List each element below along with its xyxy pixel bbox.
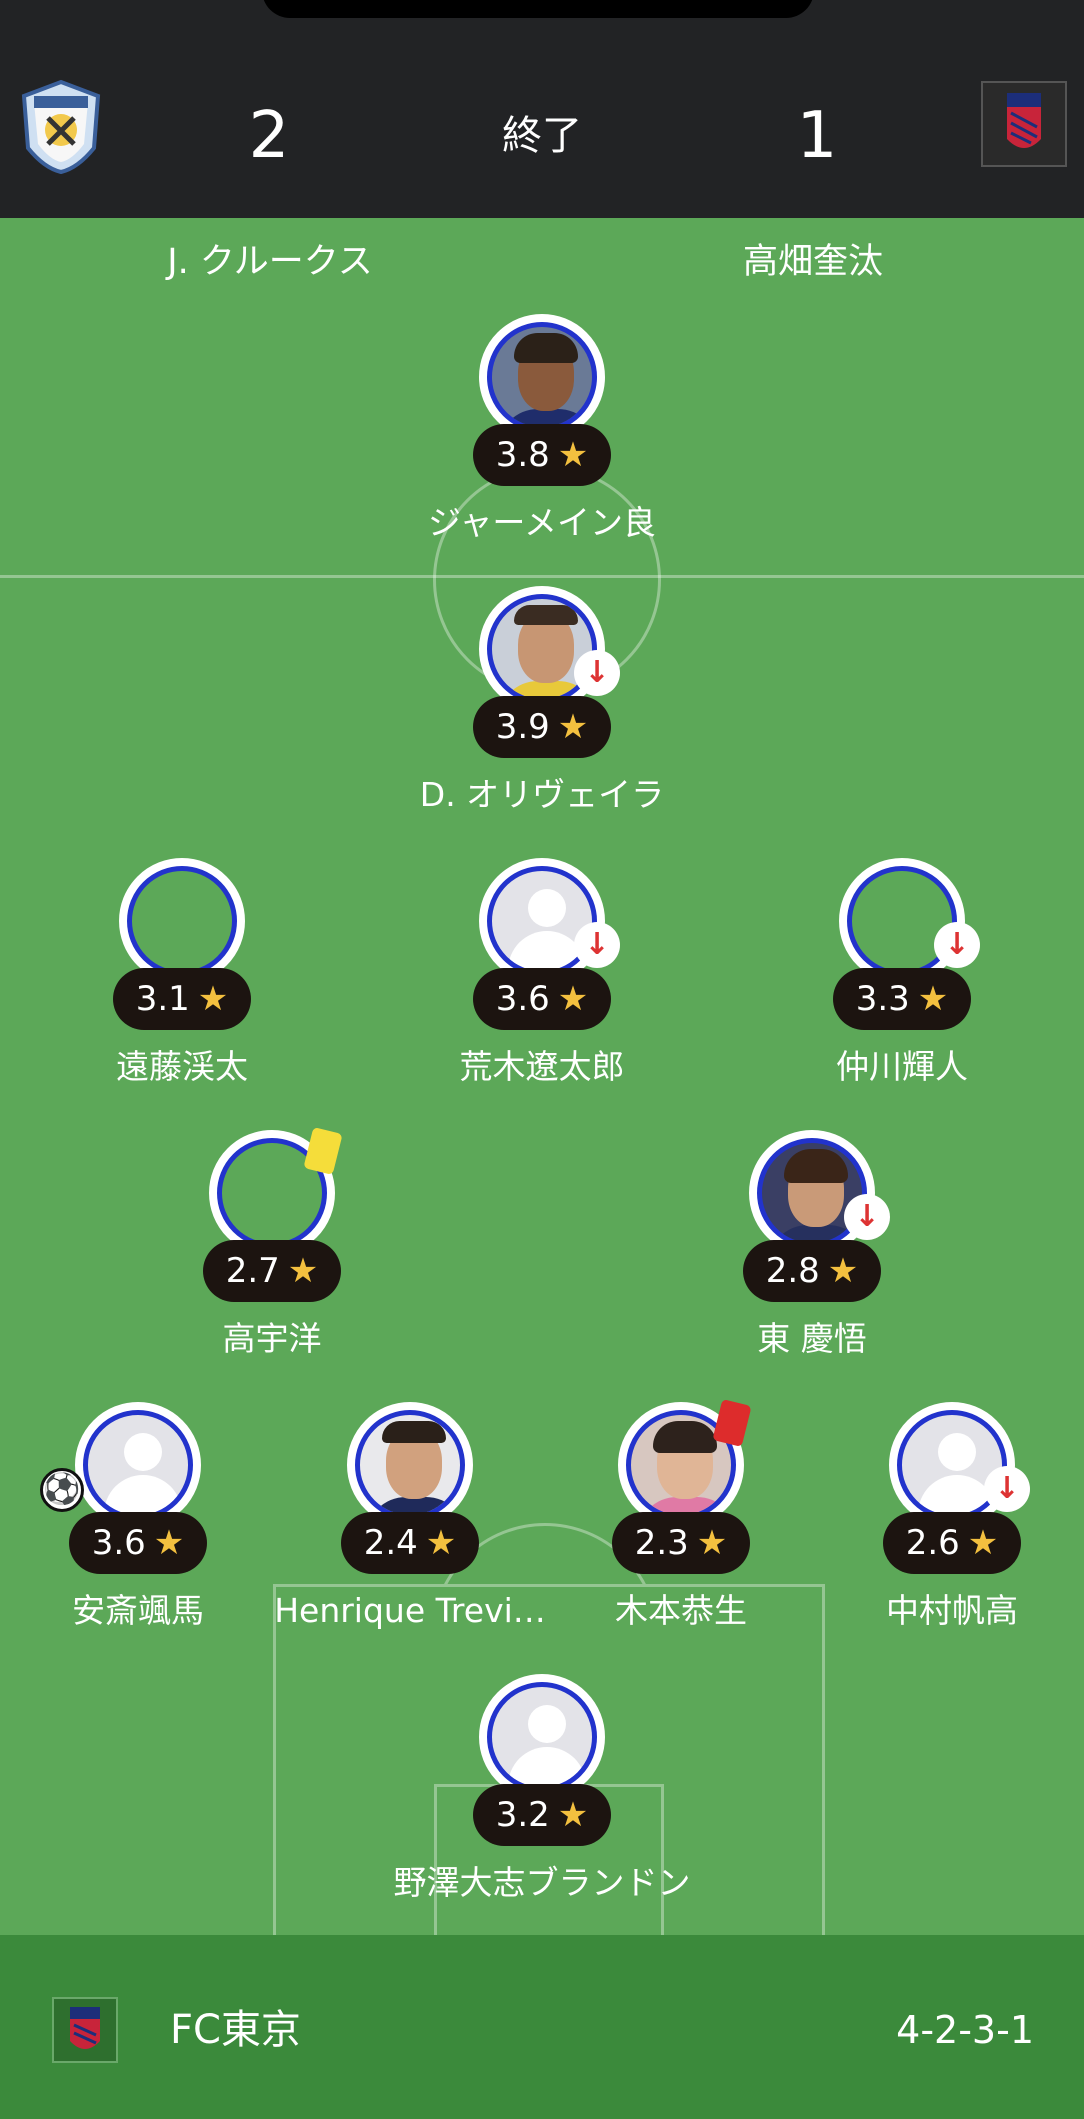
star-icon: ★ [827,1251,859,1291]
fc-tokyo-crest-icon[interactable] [981,81,1067,167]
home-player-name: J. クルークス [167,242,373,282]
star-icon: ★ [197,979,229,1019]
device-notch [262,0,814,18]
substitution-out-icon: ↓ [574,650,620,696]
player-card[interactable]: ⚽ 3.6 ★ 安斎颯馬 [0,1402,288,1652]
goal-icon: ⚽ [40,1468,84,1512]
player-card[interactable]: ↓ 2.8 ★ 東 慶悟 [662,1130,962,1380]
star-icon: ★ [917,979,949,1019]
player-card[interactable]: ↓ 2.6 ★ 中村帆高 [802,1402,1084,1652]
rating-badge: 2.7 ★ [203,1240,341,1302]
star-icon: ★ [557,979,589,1019]
star-icon: ★ [557,1795,589,1835]
player-card[interactable]: 2.3 ★ 木本恭生 [531,1398,831,1652]
player-avatar [347,1402,473,1528]
formation-label: 4-2-3-1 [896,2008,1034,2052]
team-name: FC東京 [170,2007,301,2053]
substitution-out-icon: ↓ [984,1466,1030,1512]
away-score: 1 [796,99,838,173]
jubilo-iwata-crest-icon[interactable] [20,78,102,174]
player-name: 野澤大志ブランドン [393,1863,691,1902]
star-icon: ★ [287,1251,319,1291]
player-card[interactable]: 2.4 ★ Henrique Trevi… [260,1402,560,1652]
team-footer[interactable]: FC東京 4-2-3-1 [0,1935,1084,2119]
home-player-name: 高畑奎汰 [742,242,883,282]
rating-badge: 3.3 ★ [833,968,971,1030]
rating-badge: 2.3 ★ [612,1512,750,1574]
player-card[interactable]: 3.8 ★ ジャーメイン良 [392,314,692,564]
player-card[interactable]: ↓ 3.3 ★ 仲川輝人 [752,858,1052,1108]
match-status: 終了 [502,113,582,159]
player-card[interactable]: 3.2 ★ 野澤大志ブランドン [392,1674,692,1924]
star-icon: ★ [557,707,589,747]
star-icon: ★ [557,435,589,475]
home-score: 2 [248,99,290,173]
player-avatar-placeholder [75,1402,201,1528]
star-icon: ★ [967,1523,999,1563]
rating-badge: 3.6 ★ [69,1512,207,1574]
player-name: 遠藤渓太 [116,1047,248,1086]
rating-badge: 2.8 ★ [743,1240,881,1302]
rating-badge: 2.6 ★ [883,1512,1021,1574]
rating-badge: 2.4 ★ [341,1512,479,1574]
player-name: 安斎颯馬 [72,1591,204,1630]
player-name: 仲川輝人 [836,1047,968,1086]
rating-badge: 3.6 ★ [473,968,611,1030]
fc-tokyo-crest-icon [52,1997,118,2063]
player-card[interactable]: ↓ 3.6 ★ 荒木遼太郎 [392,858,692,1108]
player-name: 東 慶悟 [757,1319,867,1358]
match-header: 2 終了 1 [0,0,1084,218]
star-icon: ★ [696,1523,728,1563]
substitution-out-icon: ↓ [844,1194,890,1240]
substitution-out-icon: ↓ [934,922,980,968]
player-name: 木本恭生 [615,1591,747,1630]
rating-badge: 3.1 ★ [113,968,251,1030]
player-name: 高宇洋 [222,1319,322,1358]
red-card-icon [712,1398,752,1448]
player-name: ジャーメイン良 [427,503,657,542]
yellow-card-icon [303,1126,343,1176]
rating-badge: 3.2 ★ [473,1784,611,1846]
substitution-out-icon: ↓ [574,922,620,968]
player-name: Henrique Trevi… [274,1591,546,1630]
rating-badge: 3.9 ★ [473,696,611,758]
star-icon: ★ [425,1523,457,1563]
rating-badge: 3.8 ★ [473,424,611,486]
star-icon: ★ [153,1523,185,1563]
player-card[interactable]: 2.7 ★ 高宇洋 [122,1126,422,1380]
player-name: 中村帆高 [886,1591,1018,1630]
player-name: D. オリヴェイラ [419,775,665,814]
player-card[interactable]: 3.1 ★ 遠藤渓太 [32,858,332,1108]
player-card[interactable]: ↓ 3.9 ★ D. オリヴェイラ [392,586,692,836]
player-avatar [119,858,245,984]
player-avatar-placeholder [479,1674,605,1800]
player-name: 荒木遼太郎 [459,1047,625,1086]
player-avatar [479,314,605,440]
